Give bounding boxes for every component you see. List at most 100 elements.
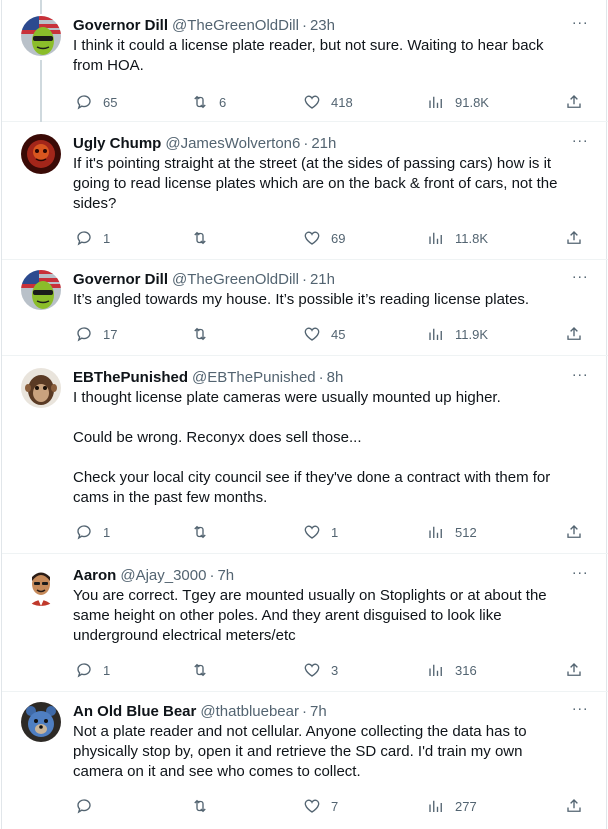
retweet-button[interactable]: 6 bbox=[191, 92, 226, 112]
views-button[interactable]: 11.8K bbox=[427, 228, 488, 248]
like-button[interactable]: 69 bbox=[303, 228, 345, 248]
retweet-icon bbox=[194, 231, 206, 245]
user-handle[interactable]: @JamesWolverton6 bbox=[165, 134, 300, 154]
view-count: 91.8K bbox=[455, 94, 489, 110]
views-button[interactable]: 512 bbox=[427, 522, 477, 542]
user-handle[interactable]: @EBThePunished bbox=[192, 368, 316, 388]
separator-dot: · bbox=[318, 369, 324, 386]
views-button[interactable]: 316 bbox=[427, 660, 477, 680]
share-button[interactable] bbox=[565, 660, 583, 680]
retweet-icon bbox=[194, 799, 206, 813]
share-button[interactable] bbox=[565, 228, 583, 248]
retweet-icon bbox=[194, 525, 206, 539]
retweet-button[interactable] bbox=[191, 228, 219, 248]
display-name[interactable]: Ugly Chump bbox=[73, 134, 161, 154]
share-icon bbox=[567, 663, 581, 676]
share-button[interactable] bbox=[565, 522, 583, 542]
display-name[interactable]: Aaron bbox=[73, 566, 116, 586]
retweet-button[interactable] bbox=[191, 324, 219, 344]
heart-icon bbox=[304, 231, 320, 245]
reply-count: 1 bbox=[103, 662, 111, 678]
like-count: 7 bbox=[331, 798, 339, 814]
views-button[interactable]: 11.9K bbox=[427, 324, 488, 344]
like-button[interactable]: 3 bbox=[303, 660, 338, 680]
view-count: 11.9K bbox=[455, 326, 489, 342]
tweet[interactable]: Governor Dill @TheGreenOldDill · 23h ···… bbox=[2, 0, 608, 122]
user-handle[interactable]: @TheGreenOldDill bbox=[172, 16, 299, 36]
bar-chart-icon bbox=[429, 800, 442, 812]
avatar[interactable] bbox=[21, 702, 61, 742]
avatar[interactable] bbox=[21, 270, 61, 310]
display-name[interactable]: Governor Dill bbox=[73, 16, 168, 36]
avatar[interactable] bbox=[21, 566, 61, 606]
separator-dot: · bbox=[301, 271, 307, 288]
avatar[interactable] bbox=[21, 368, 61, 408]
user-handle[interactable]: @TheGreenOldDill bbox=[172, 270, 299, 290]
heart-icon bbox=[304, 525, 320, 539]
avatar[interactable] bbox=[21, 134, 61, 174]
separator-dot: · bbox=[303, 135, 309, 152]
share-button[interactable] bbox=[565, 324, 583, 344]
like-button[interactable]: 7 bbox=[303, 796, 338, 816]
reply-icon bbox=[77, 799, 91, 814]
tweet[interactable]: An Old Blue Bear @thatbluebear · 7h ··· … bbox=[2, 692, 608, 829]
user-handle[interactable]: @Ajay_3000 bbox=[120, 566, 206, 586]
bar-chart-icon bbox=[429, 232, 442, 244]
like-count: 45 bbox=[331, 326, 346, 342]
more-options-icon[interactable]: ··· bbox=[570, 133, 590, 154]
retweet-button[interactable] bbox=[191, 660, 219, 680]
reply-button[interactable]: 65 bbox=[75, 92, 117, 112]
tweet[interactable]: Aaron @Ajay_3000 · 7h ··· You are correc… bbox=[2, 554, 608, 692]
share-icon bbox=[567, 95, 581, 108]
user-handle[interactable]: @thatbluebear bbox=[200, 702, 299, 722]
tweet-header: Aaron @Ajay_3000 · 7h bbox=[73, 566, 590, 586]
bar-chart-icon bbox=[429, 328, 442, 340]
retweet-count: 6 bbox=[219, 94, 227, 110]
retweet-icon bbox=[194, 327, 206, 341]
view-count: 11.8K bbox=[455, 230, 489, 246]
heart-icon bbox=[304, 95, 320, 109]
views-button[interactable]: 91.8K bbox=[427, 92, 489, 112]
more-options-icon[interactable]: ··· bbox=[570, 565, 590, 586]
more-options-icon[interactable]: ··· bbox=[570, 15, 590, 36]
more-options-icon[interactable]: ··· bbox=[570, 269, 590, 290]
timestamp[interactable]: 8h bbox=[327, 368, 344, 388]
more-options-icon[interactable]: ··· bbox=[570, 701, 590, 722]
reply-icon bbox=[77, 95, 91, 110]
like-button[interactable]: 1 bbox=[303, 522, 338, 542]
tweet[interactable]: EBThePunished @EBThePunished · 8h ··· I … bbox=[2, 356, 608, 554]
display-name[interactable]: An Old Blue Bear bbox=[73, 702, 196, 722]
reply-button[interactable]: 1 bbox=[75, 660, 110, 680]
reply-button[interactable]: 1 bbox=[75, 228, 110, 248]
tweet[interactable]: Governor Dill @TheGreenOldDill · 21h ···… bbox=[2, 260, 608, 356]
reply-icon bbox=[77, 327, 91, 342]
retweet-button[interactable] bbox=[191, 522, 219, 542]
like-count: 1 bbox=[331, 524, 339, 540]
display-name[interactable]: EBThePunished bbox=[73, 368, 188, 388]
display-name[interactable]: Governor Dill bbox=[73, 270, 168, 290]
bar-chart-icon bbox=[429, 664, 442, 676]
share-button[interactable] bbox=[565, 796, 583, 816]
tweet-header: Ugly Chump @JamesWolverton6 · 21h bbox=[73, 134, 590, 154]
thread-connector-line bbox=[40, 0, 42, 14]
retweet-button[interactable] bbox=[191, 796, 219, 816]
reply-icon bbox=[77, 525, 91, 540]
more-options-icon[interactable]: ··· bbox=[570, 367, 590, 388]
reply-button[interactable]: 17 bbox=[75, 324, 117, 344]
timestamp[interactable]: 23h bbox=[310, 16, 335, 36]
like-button[interactable]: 45 bbox=[303, 324, 345, 344]
timestamp[interactable]: 7h bbox=[217, 566, 234, 586]
views-button[interactable]: 277 bbox=[427, 796, 477, 816]
avatar[interactable] bbox=[21, 16, 61, 56]
share-button[interactable] bbox=[565, 92, 583, 112]
reply-button[interactable]: 1 bbox=[75, 522, 110, 542]
thread-connector-line bbox=[40, 60, 42, 122]
reply-button[interactable] bbox=[75, 796, 103, 816]
timestamp[interactable]: 21h bbox=[311, 134, 336, 154]
separator-dot: · bbox=[301, 17, 307, 34]
like-button[interactable]: 418 bbox=[303, 92, 353, 112]
timestamp[interactable]: 7h bbox=[310, 702, 327, 722]
tweet[interactable]: Ugly Chump @JamesWolverton6 · 21h ··· If… bbox=[2, 122, 608, 260]
timestamp[interactable]: 21h bbox=[310, 270, 335, 290]
retweet-icon bbox=[194, 95, 206, 109]
